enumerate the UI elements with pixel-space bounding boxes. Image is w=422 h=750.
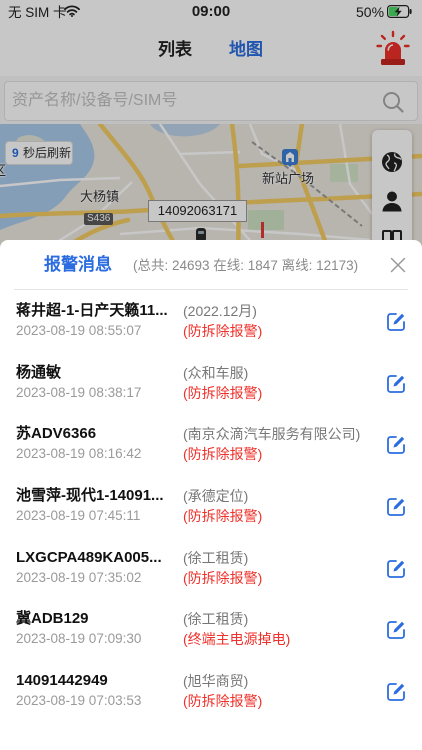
edit-icon[interactable] <box>385 558 407 580</box>
close-icon[interactable] <box>390 257 406 273</box>
alarm-asset-name: 苏ADV6366 <box>16 425 97 443</box>
alarm-row[interactable]: 14091442949 2023-08-19 07:03:53 (旭华商贸) (… <box>0 660 422 722</box>
edit-icon[interactable] <box>385 619 407 641</box>
alarm-time: 2023-08-19 08:38:17 <box>16 384 142 400</box>
alarm-sheet: 报警消息 (总共: 24693 在线: 1847 离线: 12173) 蒋井超-… <box>0 240 422 750</box>
alarm-company: (众和车服) <box>183 364 249 381</box>
alarm-asset-name: 14091442949 <box>16 672 108 690</box>
edit-icon[interactable] <box>385 496 407 518</box>
alarm-asset-name: 蒋井超-1-日产天籁11... <box>16 302 168 319</box>
alarm-company: (南京众滴汽车服务有限公司) <box>183 426 361 443</box>
edit-icon[interactable] <box>385 681 407 703</box>
sheet-title: 报警消息 <box>44 255 112 274</box>
alarm-company: (2022.12月) <box>183 303 257 319</box>
alarm-asset-name: 池雪萍-现代1-14091... <box>16 487 164 505</box>
edit-icon[interactable] <box>385 311 407 333</box>
alarm-type: (防拆除报警) <box>183 508 263 525</box>
edit-icon[interactable] <box>385 434 407 456</box>
alarm-type: (防拆除报警) <box>183 323 263 339</box>
alarm-time: 2023-08-19 08:55:07 <box>16 323 142 338</box>
alarm-time: 2023-08-19 07:03:53 <box>16 693 142 709</box>
alarm-row[interactable]: 冀ADB129 2023-08-19 07:09:30 (徐工租赁) (终端主电… <box>0 598 422 660</box>
device-count-summary: (总共: 24693 在线: 1847 离线: 12173) <box>133 258 359 273</box>
alarm-company: (徐工租赁) <box>183 611 249 628</box>
alarm-time: 2023-08-19 07:45:11 <box>16 508 141 524</box>
alarm-type: (防拆除报警) <box>183 384 263 401</box>
alarm-type: (防拆除报警) <box>183 569 263 586</box>
alarm-asset-name: 冀ADB129 <box>16 610 89 628</box>
alarm-type: (防拆除报警) <box>183 693 263 710</box>
alarm-row[interactable]: 苏ADV6366 2023-08-19 08:16:42 (南京众滴汽车服务有限… <box>0 413 422 475</box>
alarm-type: (防拆除报警) <box>183 446 263 463</box>
alarm-company: (承德定位) <box>183 488 249 505</box>
alarm-type: (终端主电源掉电) <box>183 631 291 648</box>
alarm-company: (徐工租赁) <box>183 549 249 566</box>
alarm-company: (旭华商贸) <box>183 673 249 690</box>
alarm-asset-name: LXGCPA489KA005... <box>16 548 162 566</box>
alarm-list: 蒋井超-1-日产天籁11... 2023-08-19 08:55:07 (202… <box>0 290 422 722</box>
alarm-row[interactable]: 杨通敏 2023-08-19 08:38:17 (众和车服) (防拆除报警) <box>0 352 422 414</box>
alarm-time: 2023-08-19 08:16:42 <box>16 446 142 462</box>
alarm-time: 2023-08-19 07:35:02 <box>16 569 142 585</box>
alarm-row[interactable]: LXGCPA489KA005... 2023-08-19 07:35:02 (徐… <box>0 537 422 599</box>
alarm-row[interactable]: 池雪萍-现代1-14091... 2023-08-19 07:45:11 (承德… <box>0 475 422 537</box>
edit-icon[interactable] <box>385 373 407 395</box>
alarm-time: 2023-08-19 07:09:30 <box>16 631 142 647</box>
alarm-asset-name: 杨通敏 <box>16 363 62 381</box>
alarm-row[interactable]: 蒋井超-1-日产天籁11... 2023-08-19 08:55:07 (202… <box>0 290 422 352</box>
